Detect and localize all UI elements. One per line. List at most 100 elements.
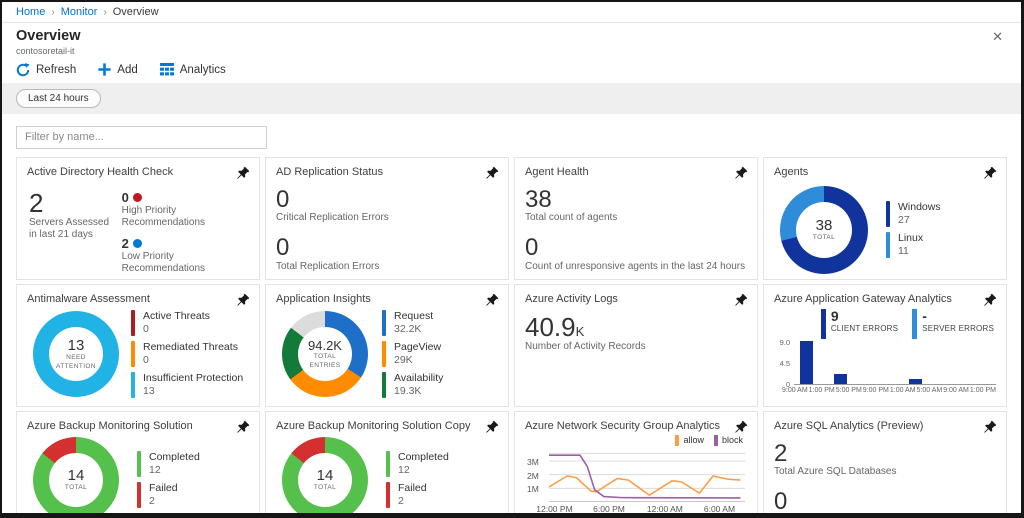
tile-antimalware-assessment[interactable]: Antimalware Assessment 13NEED ATTENTION …	[16, 284, 260, 407]
legend-label: block	[722, 435, 743, 445]
backup-copy-donut-chart: 14TOTAL	[282, 437, 368, 518]
pin-button[interactable]	[235, 292, 251, 308]
legend: Completed12 Failed2	[137, 451, 200, 509]
y-axis-tick: 0	[774, 380, 790, 389]
legend-item: Active Threats0	[131, 310, 243, 336]
time-range-pill[interactable]: Last 24 hours	[16, 89, 101, 108]
tile-ad-replication-status[interactable]: AD Replication Status 0 Critical Replica…	[265, 157, 509, 280]
x-axis-tick: 6:00 PM	[593, 504, 625, 514]
legend-label: allow	[683, 435, 704, 445]
tile-grid: Active Directory Health Check 2 Servers …	[2, 157, 1021, 518]
pin-icon	[236, 293, 250, 307]
tile-application-insights[interactable]: Application Insights 94.2KTOTAL ENTRIES …	[265, 284, 509, 407]
analytics-button[interactable]: Analytics	[160, 63, 226, 76]
metric-row: 40.9 K Number of Activity Records	[525, 314, 747, 354]
tile-backup-monitoring-copy[interactable]: Azure Backup Monitoring Solution Copy 14…	[265, 411, 509, 518]
legend-label: PageView	[394, 341, 441, 354]
pin-button[interactable]	[982, 292, 998, 308]
legend-value: -	[922, 309, 994, 324]
tile-app-gateway-analytics[interactable]: Azure Application Gateway Analytics 9CLI…	[763, 284, 1007, 407]
azure-monitor-overview-window: Home › Monitor › Overview Overview conto…	[0, 0, 1024, 518]
agents-donut-chart: 38TOTAL	[780, 186, 868, 274]
legend-value: 27	[898, 214, 941, 227]
legend: Request32.2K PageView29K Availability19.…	[382, 310, 443, 399]
legend-label: Completed	[398, 451, 449, 464]
plus-icon	[98, 63, 111, 76]
pin-icon	[983, 420, 997, 434]
tile-ad-health-check[interactable]: Active Directory Health Check 2 Servers …	[16, 157, 260, 280]
metric-value: 0	[276, 235, 498, 260]
legend-label: Completed	[149, 451, 200, 464]
donut-center-value: 38	[816, 217, 833, 234]
legend-value: 11	[898, 245, 923, 258]
donut-center-value: 14	[317, 467, 334, 484]
legend-value: 29K	[394, 354, 441, 367]
tile-title: Azure Backup Monitoring Solution	[27, 420, 249, 432]
x-axis-ticks: 12:00 PM6:00 PM12:00 AM6:00 AM	[549, 504, 747, 515]
x-axis-tick: 12:00 AM	[647, 504, 683, 514]
time-range-bar: Last 24 hours	[2, 84, 1021, 114]
tile-agent-health[interactable]: Agent Health 38 Total count of agents 0 …	[514, 157, 758, 280]
metric-label: High Priority Recommendations	[122, 205, 249, 230]
tile-backup-monitoring[interactable]: Azure Backup Monitoring Solution 14TOTAL…	[16, 411, 260, 518]
pin-button[interactable]	[733, 419, 749, 435]
pin-icon	[734, 166, 748, 180]
metric-label: Total Azure SQL Databases	[774, 466, 996, 479]
y-axis-tick: 3M	[527, 457, 545, 467]
legend-label: Windows	[898, 201, 941, 214]
add-button[interactable]: Add	[98, 63, 137, 76]
legend-value: 32.2K	[394, 323, 433, 336]
pin-icon	[236, 420, 250, 434]
y-axis-tick: 4.5	[774, 359, 790, 368]
close-button[interactable]: ✕	[988, 28, 1007, 45]
breadcrumb-current: Overview	[113, 6, 159, 18]
backup-donut-chart: 14TOTAL	[33, 437, 119, 518]
legend-item: Availability19.3K	[382, 372, 443, 398]
metric-label: Count of unresponsive agents in the last…	[525, 261, 747, 274]
tile-nsg-analytics[interactable]: Azure Network Security Group Analytics a…	[514, 411, 758, 518]
bar	[800, 341, 813, 384]
toolbar: Refresh Add Analytics	[2, 59, 1021, 84]
pin-button[interactable]	[733, 165, 749, 181]
legend-label: Failed	[398, 482, 427, 495]
filter-input[interactable]	[16, 126, 267, 149]
breadcrumb-separator: ›	[103, 7, 106, 18]
metric-value: 0	[774, 489, 996, 514]
legend: Completed12 Failed2	[386, 451, 449, 509]
breadcrumb-link-home[interactable]: Home	[16, 6, 45, 18]
pin-button[interactable]	[484, 292, 500, 308]
metric-label: Critical Replication Errors	[276, 212, 498, 225]
breadcrumb-link-monitor[interactable]: Monitor	[61, 6, 98, 18]
high-priority-dot-icon	[133, 193, 142, 202]
x-axis-tick: 1:00 PM	[970, 387, 996, 394]
legend-item: Completed12	[137, 451, 200, 477]
pin-button[interactable]	[235, 419, 251, 435]
tile-azure-activity-logs[interactable]: Azure Activity Logs 40.9 K Number of Act…	[514, 284, 758, 407]
breadcrumb-separator: ›	[51, 7, 54, 18]
pin-button[interactable]	[484, 165, 500, 181]
legend-swatch	[382, 372, 386, 398]
x-axis-tick: 9:00 AM	[943, 387, 969, 394]
pin-button[interactable]	[235, 165, 251, 181]
legend-item: Windows27	[886, 201, 941, 227]
pin-button[interactable]	[982, 419, 998, 435]
x-axis-tick: 12:00 PM	[536, 504, 572, 514]
metric-unit: K	[576, 324, 585, 339]
pin-button[interactable]	[733, 292, 749, 308]
tile-title: Active Directory Health Check	[27, 166, 249, 178]
legend-label: Availability	[394, 372, 443, 385]
x-axis-tick: 1:00 PM	[809, 387, 835, 394]
pin-icon	[734, 420, 748, 434]
metric-value: 38	[525, 187, 747, 212]
bar-chart-plot	[794, 341, 996, 385]
tile-azure-sql-analytics[interactable]: Azure SQL Analytics (Preview) 2 Total Az…	[763, 411, 1007, 518]
analytics-grid-icon	[160, 63, 174, 76]
pin-button[interactable]	[982, 165, 998, 181]
legend: Active Threats0 Remediated Threats0 Insu…	[131, 310, 243, 399]
tile-agents[interactable]: Agents 38TOTAL Windows27 Linux11	[763, 157, 1007, 280]
legend-swatch	[131, 341, 135, 367]
x-axis-tick: 6:00 AM	[704, 504, 735, 514]
refresh-button[interactable]: Refresh	[16, 63, 76, 77]
pin-button[interactable]	[484, 419, 500, 435]
legend-value: 0	[143, 323, 210, 336]
